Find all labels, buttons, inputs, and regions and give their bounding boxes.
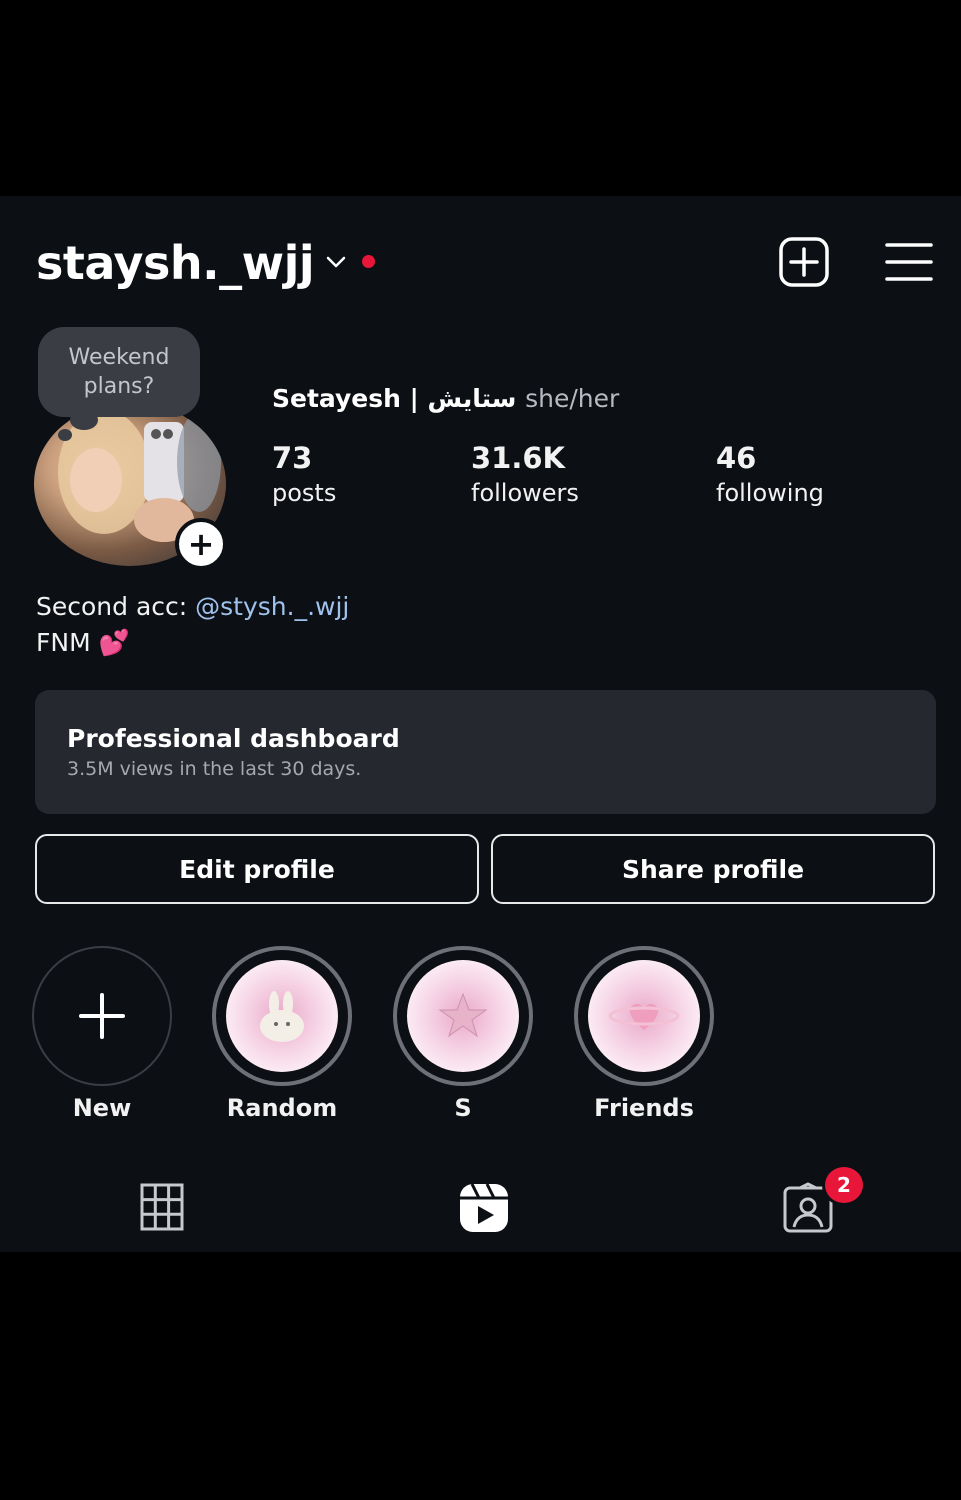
grid-icon[interactable] xyxy=(140,1182,184,1232)
bio-line: FNM 💕 xyxy=(36,628,130,658)
highlight-friends[interactable] xyxy=(574,946,714,1086)
stat-following[interactable]: 46 following xyxy=(716,440,824,510)
stat-label: following xyxy=(716,479,824,507)
two-hearts-icon: 💕 xyxy=(98,628,130,657)
highlight-s[interactable] xyxy=(393,946,533,1086)
stat-label: followers xyxy=(471,479,579,507)
stat-value: 46 xyxy=(716,441,757,475)
add-story-button[interactable]: + xyxy=(175,518,227,570)
edit-profile-button[interactable]: Edit profile xyxy=(35,834,479,904)
note-text: plans? xyxy=(83,374,155,399)
highlight-label: New xyxy=(72,1094,132,1122)
highlight-label: S xyxy=(454,1094,472,1122)
stat-value: 73 xyxy=(272,441,313,475)
highlight-random[interactable] xyxy=(212,946,352,1086)
bunny-icon xyxy=(226,960,338,1072)
plus-icon xyxy=(79,993,125,1039)
hamburger-menu-icon[interactable] xyxy=(884,240,934,284)
dashboard-subtitle: 3.5M views in the last 30 days. xyxy=(67,758,362,780)
star-icon xyxy=(407,960,519,1072)
bio-text: Second acc: xyxy=(36,592,196,621)
note-bubble[interactable]: Weekend plans? xyxy=(38,327,200,417)
chevron-down-icon[interactable] xyxy=(326,254,346,270)
note-text: Weekend xyxy=(68,345,170,370)
highlight-new[interactable] xyxy=(32,946,172,1086)
note-tail xyxy=(58,429,72,441)
profile-name: Setayesh | ستایش she/her xyxy=(272,384,619,413)
heart-planet-icon xyxy=(588,960,700,1072)
stat-posts[interactable]: 73 posts xyxy=(272,440,336,510)
bio-mention-link[interactable]: @stysh._.wjj xyxy=(195,592,349,621)
highlight-label: Friends xyxy=(594,1094,694,1122)
bio-line: Second acc: @stysh._.wjj xyxy=(36,592,349,621)
pronouns: she/her xyxy=(525,384,620,413)
tagged-count-badge: 2 xyxy=(822,1164,866,1206)
highlight-label: Random xyxy=(226,1094,338,1122)
dashboard-title: Professional dashboard xyxy=(67,724,400,753)
stat-label: posts xyxy=(272,479,337,507)
display-name: Setayesh | ستایش xyxy=(272,384,517,413)
plus-square-icon[interactable] xyxy=(778,236,830,288)
stat-followers[interactable]: 31.6K followers xyxy=(471,440,579,510)
bio-text: FNM xyxy=(36,628,91,657)
stat-value: 31.6K xyxy=(471,441,566,475)
notification-dot xyxy=(362,255,375,268)
professional-dashboard-card[interactable]: Professional dashboard 3.5M views in the… xyxy=(35,690,936,814)
share-profile-button[interactable]: Share profile xyxy=(491,834,935,904)
reels-icon[interactable] xyxy=(458,1182,510,1234)
account-switcher-username[interactable]: staysh._wjj xyxy=(36,236,315,290)
profile-screen: staysh._wjj + Weekend plans? Setayesh | … xyxy=(0,196,961,1252)
